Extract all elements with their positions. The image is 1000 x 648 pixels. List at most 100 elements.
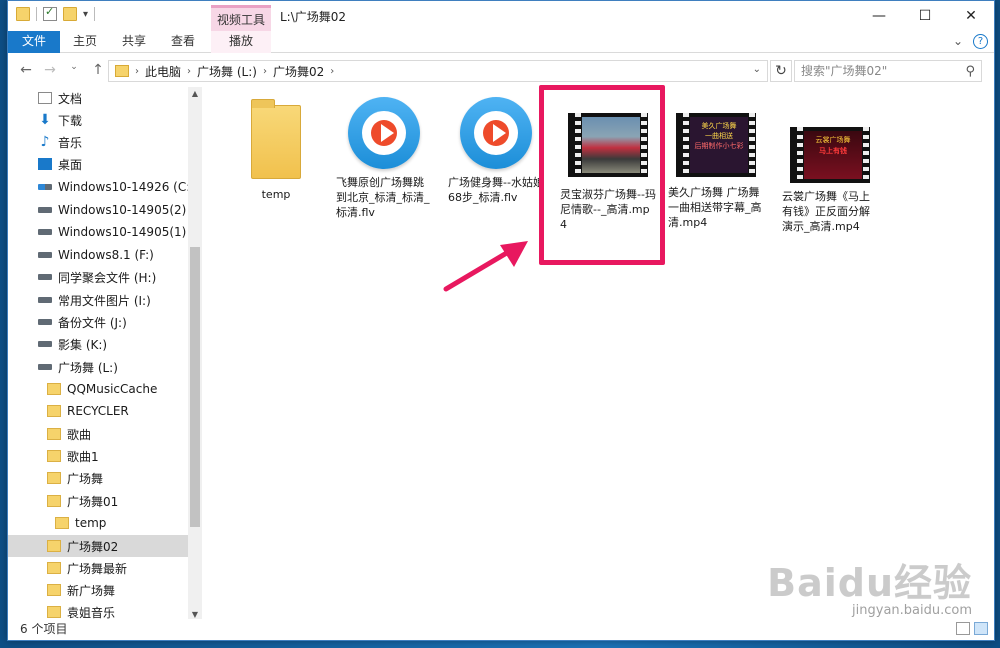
document-icon	[38, 92, 52, 104]
sidebar-item-drive-f[interactable]: Windows8.1 (F:)	[8, 244, 188, 266]
maximize-button[interactable]: ☐	[902, 1, 948, 31]
sidebar-item-square-dance-latest[interactable]: 广场舞最新	[8, 557, 188, 579]
forward-icon[interactable]: →	[42, 62, 58, 78]
scrollbar-thumb[interactable]	[190, 247, 200, 527]
file-item-flv-1[interactable]: 飞舞原创广场舞跳到北京_标清_标清_标清.flv	[336, 97, 432, 220]
breadcrumb-folder[interactable]: 广场舞02	[273, 63, 324, 80]
sidebar-item-label: 广场舞01	[67, 494, 119, 509]
desktop-icon	[38, 158, 52, 170]
large-icons-view-icon[interactable]	[974, 622, 988, 635]
sidebar-item-drive-j[interactable]: 备份文件 (J:)	[8, 311, 188, 333]
sidebar-item-label: Windows10-14905(1) (E:	[58, 225, 188, 239]
thumbnail-caption: 后期制作小七彩	[694, 142, 744, 150]
sidebar-item-label: 歌曲	[67, 427, 92, 442]
sidebar-item-temp[interactable]: temp	[8, 512, 188, 534]
sidebar-item-desktop[interactable]: 桌面	[8, 153, 188, 175]
sidebar-item-yuan-music[interactable]: 袁姐音乐	[8, 601, 188, 621]
chevron-right-icon[interactable]: ›	[187, 66, 191, 77]
sidebar-item-drive-h[interactable]: 同学聚会文件 (H:)	[8, 266, 188, 288]
sidebar-item-songs1[interactable]: 歌曲1	[8, 445, 188, 467]
refresh-button[interactable]: ↻	[770, 60, 792, 82]
customize-toolbar-icon[interactable]: ▾	[83, 9, 88, 20]
recent-locations-icon[interactable]: ⌄	[66, 62, 82, 78]
file-item-mp4-2[interactable]: 美久广场舞 一曲相送 后期制作小七彩 美久广场舞 广场舞一曲相送带字幕_高清.m…	[668, 113, 764, 230]
folder-icon	[47, 606, 61, 618]
music-icon: ♪	[40, 134, 50, 150]
sidebar-item-qqmusiccache[interactable]: QQMusicCache	[8, 378, 188, 400]
details-view-icon[interactable]	[956, 622, 970, 635]
chevron-down-icon[interactable]: ⌄	[753, 64, 761, 75]
sidebar-item-label: RECYCLER	[67, 404, 129, 418]
sidebar-item-music[interactable]: ♪ 音乐	[8, 131, 188, 153]
watermark-brand: Baidu经验	[767, 561, 972, 605]
navigation-buttons: ← → ⌄ ↑	[18, 62, 106, 78]
folder-icon	[47, 428, 61, 440]
chevron-right-icon[interactable]: ›	[330, 66, 334, 77]
back-icon[interactable]: ←	[18, 62, 34, 78]
ribbon-tabs: 文件 主页 共享 查看 播放 ⌄ ?	[8, 31, 994, 53]
highlight-box	[539, 85, 665, 265]
properties-icon[interactable]	[43, 5, 57, 21]
file-item-mp4-3[interactable]: 云裳广场舞 马上有钱 云裳广场舞《马上有钱》正反面分解演示_高清.mp4	[782, 127, 878, 234]
sidebar-item-downloads[interactable]: ⬇ 下载	[8, 109, 188, 131]
divider	[36, 7, 37, 21]
tab-view[interactable]: 查看	[161, 31, 205, 53]
chevron-right-icon[interactable]: ›	[263, 66, 267, 77]
video-thumbnail: 美久广场舞 一曲相送 后期制作小七彩	[676, 113, 756, 177]
file-name: 云裳广场舞《马上有钱》正反面分解演示_高清.mp4	[782, 190, 870, 233]
sidebar-item-square-dance-02[interactable]: 广场舞02	[8, 535, 188, 557]
sidebar-item-label: 新广场舞	[67, 583, 116, 598]
tab-file[interactable]: 文件	[8, 31, 60, 53]
scroll-down-icon[interactable]: ▼	[188, 610, 202, 619]
search-input[interactable]: 搜索"广场舞02" ⚲	[794, 60, 982, 82]
close-button[interactable]: ✕	[948, 1, 994, 31]
sidebar-item-label: 同学聚会文件 (H:)	[58, 270, 157, 285]
sidebar-item-drive-i[interactable]: 常用文件图片 (I:)	[8, 289, 188, 311]
folder-icon	[47, 383, 61, 395]
sidebar-item-documents[interactable]: 文档	[8, 87, 188, 109]
sidebar-item-drive-k[interactable]: 影集 (K:)	[8, 333, 188, 355]
ribbon-right-controls: ⌄ ?	[953, 34, 988, 49]
view-switcher	[956, 622, 988, 635]
sidebar-scrollbar[interactable]: ▲ ▼	[188, 87, 202, 621]
sidebar-item-new-square-dance[interactable]: 新广场舞	[8, 579, 188, 601]
pointer-arrow-icon	[443, 241, 528, 292]
folder-icon[interactable]	[16, 7, 30, 21]
search-icon[interactable]: ⚲	[965, 62, 975, 82]
folder-icon	[47, 405, 61, 417]
tab-play[interactable]: 播放	[211, 31, 271, 53]
new-folder-icon[interactable]	[63, 7, 77, 21]
sidebar-item-drive-e[interactable]: Windows10-14905(1) (E:	[8, 221, 188, 243]
item-count: 6 个项目	[20, 622, 68, 636]
sidebar-item-drive-d[interactable]: Windows10-14905(2) (D	[8, 199, 188, 221]
file-name: temp	[261, 188, 291, 201]
address-bar[interactable]: › 此电脑 › 广场舞 (L:) › 广场舞02 › ⌄	[108, 60, 768, 82]
file-item-flv-2[interactable]: 广场健身舞--水姑娘 68步_标清.flv	[448, 97, 544, 205]
window-title: L:\广场舞02	[280, 10, 347, 24]
sidebar-item-square-dance[interactable]: 广场舞	[8, 467, 188, 489]
sidebar-item-square-dance-01[interactable]: 广场舞01	[8, 490, 188, 512]
breadcrumb-drive[interactable]: 广场舞 (L:)	[197, 63, 257, 80]
help-icon[interactable]: ?	[973, 34, 988, 49]
thumbnail-caption: 一曲相送	[705, 132, 733, 140]
video-player-icon	[348, 97, 420, 169]
chevron-right-icon[interactable]: ›	[135, 66, 139, 77]
up-icon[interactable]: ↑	[90, 62, 106, 78]
tab-home[interactable]: 主页	[62, 31, 108, 53]
sidebar-item-songs[interactable]: 歌曲	[8, 423, 188, 445]
file-item-temp[interactable]: temp	[228, 99, 324, 202]
scroll-up-icon[interactable]: ▲	[188, 89, 202, 98]
sidebar-item-label: 歌曲1	[67, 449, 99, 464]
expand-ribbon-icon[interactable]: ⌄	[953, 34, 963, 49]
divider	[94, 7, 96, 21]
sidebar-item-drive-c[interactable]: Windows10-14926 (C:)	[8, 176, 188, 198]
minimize-button[interactable]: —	[856, 1, 902, 31]
sidebar-item-drive-l[interactable]: 广场舞 (L:)	[8, 356, 188, 378]
tab-share[interactable]: 共享	[112, 31, 156, 53]
sidebar-item-recycler[interactable]: RECYCLER	[8, 400, 188, 422]
thumbnail-caption: 马上有钱	[819, 147, 847, 155]
drive-icon	[38, 297, 52, 303]
breadcrumb-this-pc[interactable]: 此电脑	[145, 63, 181, 80]
sidebar-item-label: 广场舞	[67, 471, 104, 486]
drive-icon	[38, 319, 52, 325]
